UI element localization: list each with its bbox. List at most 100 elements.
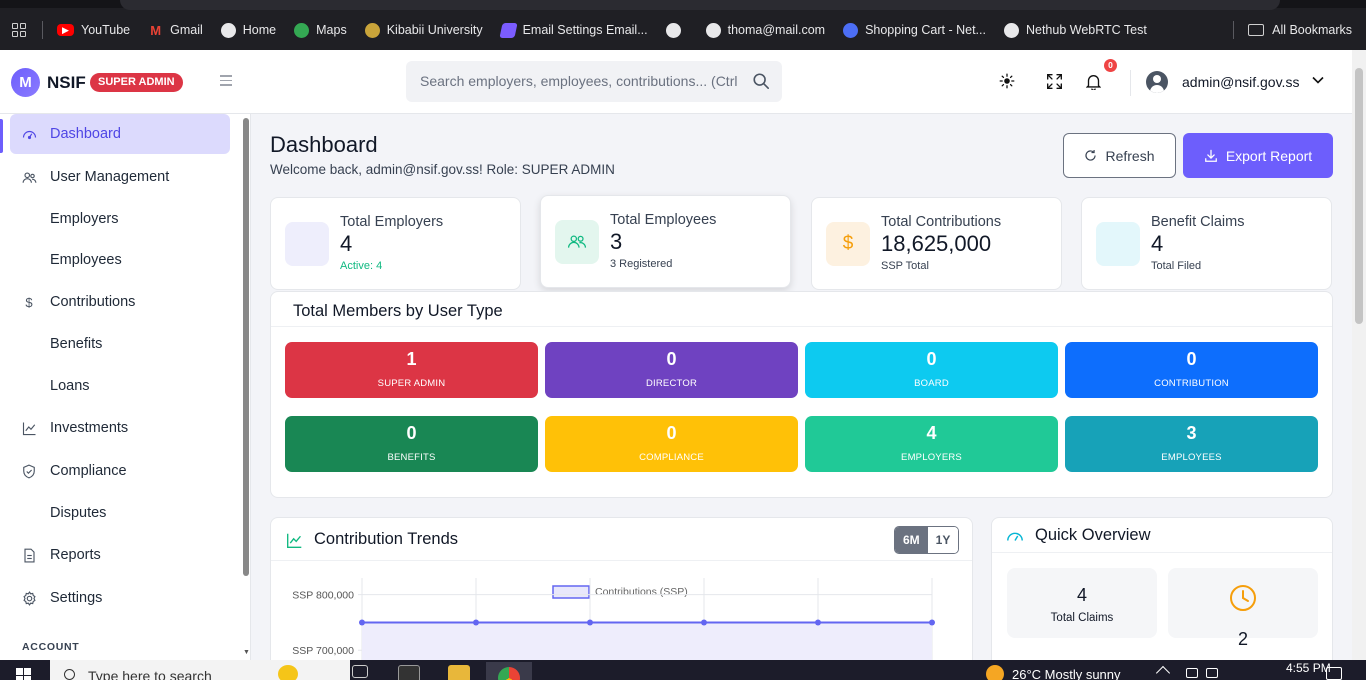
maps-icon: [294, 22, 310, 38]
quick-overview-panel: Quick Overview 4 Total Claims 2: [991, 517, 1333, 677]
tray-chevron-icon[interactable]: [1155, 665, 1171, 680]
bookmark-thoma-mail[interactable]: thoma@mail.com: [705, 22, 825, 38]
sidebar-item-benefits[interactable]: Benefits: [10, 324, 230, 364]
weather-widget[interactable]: 26°C Mostly sunny: [986, 665, 1121, 680]
chrome-taskbar-button[interactable]: [486, 662, 532, 680]
data-point[interactable]: [815, 619, 821, 626]
bookmark-maps[interactable]: Maps: [294, 22, 347, 38]
pending-claims-card[interactable]: 2: [1168, 568, 1318, 649]
avatar[interactable]: [1146, 71, 1168, 93]
copilot-icon[interactable]: [278, 665, 298, 680]
all-bookmarks[interactable]: All Bookmarks: [1233, 18, 1352, 42]
chart-line-icon: [287, 533, 302, 548]
app-logo[interactable]: M: [11, 68, 40, 97]
gear-icon: [21, 590, 37, 606]
folder-icon: [1248, 24, 1265, 36]
terminal-icon[interactable]: [398, 665, 420, 680]
bookmark-youtube[interactable]: ▶ YouTube: [57, 23, 130, 37]
data-point[interactable]: [359, 619, 365, 626]
tile-employees[interactable]: 3 EMPLOYEES: [1065, 416, 1318, 472]
sidebar-item-disputes[interactable]: Disputes: [10, 493, 230, 533]
tile-board[interactable]: 0 BOARD: [805, 342, 1058, 398]
role-badge: SUPER ADMIN: [90, 73, 183, 92]
globe-icon: [220, 22, 236, 38]
university-icon: [364, 22, 380, 38]
brand-name: NSIF: [47, 73, 86, 92]
trends-title: Contribution Trends: [314, 530, 458, 548]
apps-grid-icon[interactable]: [12, 23, 26, 37]
sidebar-item-reports[interactable]: Reports: [10, 535, 230, 575]
sidebar-scrollbar[interactable]: ▼: [242, 114, 250, 660]
file-explorer-icon[interactable]: [448, 665, 470, 680]
menu-toggle-icon[interactable]: [220, 75, 232, 89]
shield-icon: [21, 463, 37, 479]
taskbar-search[interactable]: Type here to search: [50, 660, 350, 680]
bell-icon[interactable]: [1082, 70, 1104, 92]
sidebar-item-dashboard[interactable]: Dashboard: [10, 114, 230, 154]
bookmark-unnamed[interactable]: [665, 22, 688, 38]
sidebar-section-account: ACCOUNT: [22, 641, 80, 653]
fullscreen-icon[interactable]: [1043, 70, 1065, 92]
system-tray[interactable]: [1186, 668, 1218, 678]
stat-card-employees[interactable]: Total Employees 3 3 Registered: [540, 195, 791, 288]
tile-compliance[interactable]: 0 COMPLIANCE: [545, 416, 798, 472]
bookmark-email-settings[interactable]: Email Settings Email...: [498, 22, 648, 38]
refresh-icon: [1085, 149, 1097, 161]
tile-director[interactable]: 0 DIRECTOR: [545, 342, 798, 398]
range-1y-button[interactable]: 1Y: [927, 527, 959, 553]
theme-toggle-icon[interactable]: [996, 70, 1018, 92]
dollar-icon: $: [826, 222, 870, 266]
tile-benefits[interactable]: 0 BENEFITS: [285, 416, 538, 472]
chart-line-icon: [21, 420, 37, 436]
legend-label: Contributions (SSP): [595, 586, 688, 598]
sidebar-item-investments[interactable]: Investments: [10, 408, 230, 448]
stat-card-benefit-claims[interactable]: Benefit Claims 4 Total Filed: [1081, 197, 1332, 290]
data-point[interactable]: [701, 619, 707, 626]
total-claims-card[interactable]: 4 Total Claims: [1007, 568, 1157, 638]
stat-card-contributions[interactable]: $ Total Contributions 18,625,000 SSP Tot…: [811, 197, 1062, 290]
speedometer-icon: [1007, 532, 1023, 541]
search-input[interactable]: [420, 73, 740, 89]
taskbar-clock[interactable]: 4:55 PM: [1286, 661, 1331, 675]
sidebar-item-settings[interactable]: Settings: [10, 578, 230, 618]
tile-contribution[interactable]: 0 CONTRIBUTION: [1065, 342, 1318, 398]
export-report-button[interactable]: Export Report: [1183, 133, 1333, 178]
notification-center-icon[interactable]: [1326, 667, 1342, 680]
data-point[interactable]: [929, 619, 935, 626]
sidebar-item-loans[interactable]: Loans: [10, 366, 230, 406]
bookmark-home[interactable]: Home: [220, 22, 276, 38]
sidebar-item-contributions[interactable]: $ Contributions: [10, 282, 230, 322]
email-icon: [498, 22, 518, 38]
sidebar-item-employers[interactable]: Employers: [10, 199, 230, 239]
tile-employers[interactable]: 4 EMPLOYERS: [805, 416, 1058, 472]
chevron-down-icon[interactable]: [1311, 73, 1325, 87]
page-scrollbar[interactable]: [1352, 50, 1366, 660]
global-search[interactable]: [406, 61, 782, 102]
clock-icon: [1230, 585, 1256, 611]
shop-icon: [843, 22, 859, 38]
stat-card-employers[interactable]: Total Employers 4 Active: 4: [270, 197, 521, 290]
bookmark-shopping-cart[interactable]: Shopping Cart - Net...: [843, 22, 986, 38]
windows-start-icon[interactable]: [16, 668, 32, 680]
bookmark-kibabii[interactable]: Kibabii University: [364, 22, 483, 38]
bookmark-nethub[interactable]: Nethub WebRTC Test: [1003, 22, 1147, 38]
sidebar-item-compliance[interactable]: Compliance: [10, 451, 230, 491]
users-icon: [21, 169, 37, 185]
search-icon[interactable]: [752, 72, 770, 90]
task-view-icon[interactable]: [352, 665, 368, 678]
user-email[interactable]: admin@nsif.gov.ss: [1182, 74, 1299, 90]
sidebar-item-user-management[interactable]: User Management: [10, 157, 230, 197]
data-point[interactable]: [473, 619, 479, 626]
data-point[interactable]: [587, 619, 593, 626]
sidebar-item-employees[interactable]: Employees: [10, 240, 230, 280]
y-tick-label: SSP 800,000: [292, 590, 354, 602]
bookmark-gmail[interactable]: M Gmail: [148, 23, 203, 38]
claims-icon: [1096, 222, 1140, 266]
range-6m-button[interactable]: 6M: [895, 527, 928, 553]
tile-super-admin[interactable]: 1 SUPER ADMIN: [285, 342, 538, 398]
y-tick-label: SSP 700,000: [292, 645, 354, 657]
range-toggle[interactable]: 6M 1Y: [894, 526, 960, 554]
members-panel-title: Total Members by User Type: [293, 302, 503, 320]
refresh-button[interactable]: Refresh: [1063, 133, 1176, 178]
members-by-type-panel: Total Members by User Type 1 SUPER ADMIN …: [270, 291, 1333, 498]
